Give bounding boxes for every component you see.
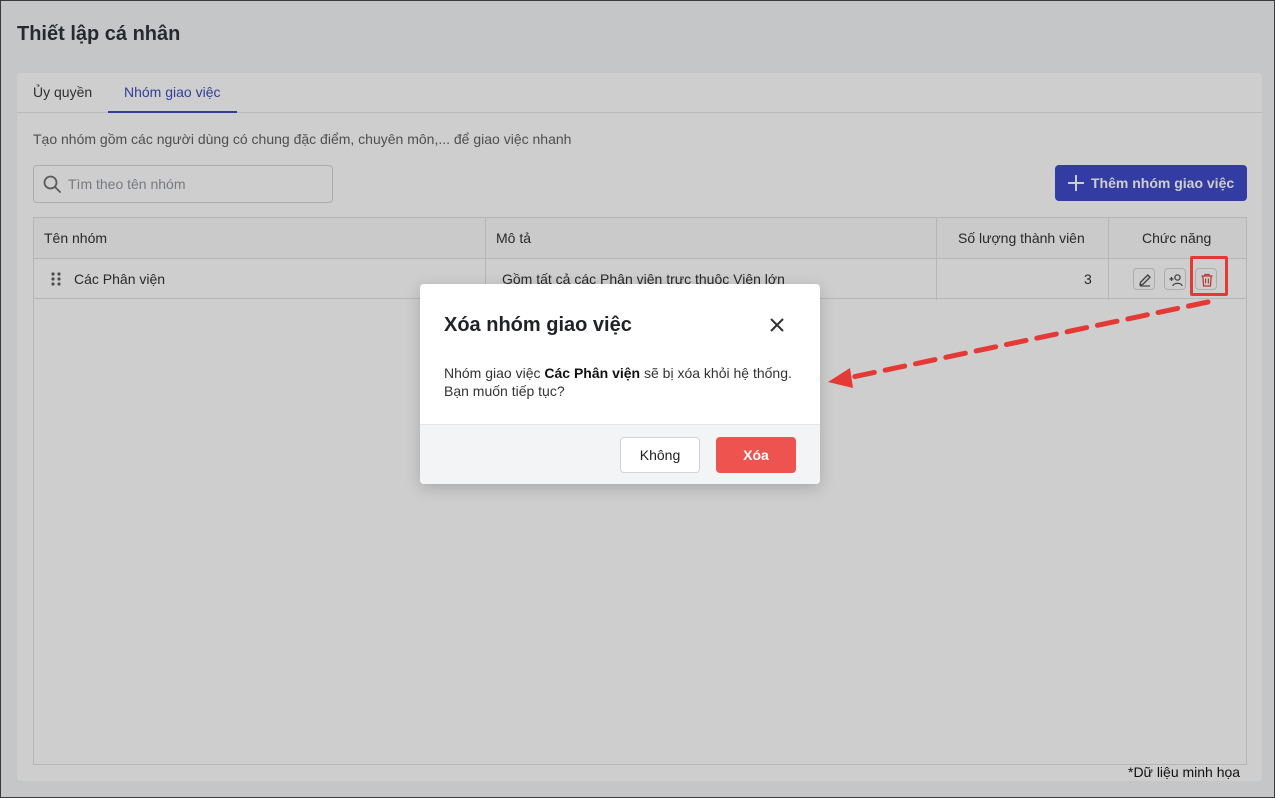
cancel-button[interactable]: Không [620,437,700,473]
dialog-group-name: Các Phân viện [544,365,641,381]
illustration-note: *Dữ liệu minh họa [1128,764,1241,780]
close-icon[interactable] [768,316,786,334]
delete-group-dialog: Xóa nhóm giao việc Nhóm giao việc Các Ph… [420,284,820,484]
dialog-message-question: Bạn muốn tiếp tục? [444,383,565,399]
dialog-message: Nhóm giao việc Các Phân viện sẽ bị xóa k… [444,364,804,400]
confirm-delete-button[interactable]: Xóa [716,437,796,473]
dialog-message-prefix: Nhóm giao việc [444,365,545,381]
dialog-footer: Không Xóa [420,424,820,484]
dialog-message-suffix: sẽ bị xóa khỏi hệ thống. [640,365,792,381]
dialog-title: Xóa nhóm giao việc [444,314,632,336]
